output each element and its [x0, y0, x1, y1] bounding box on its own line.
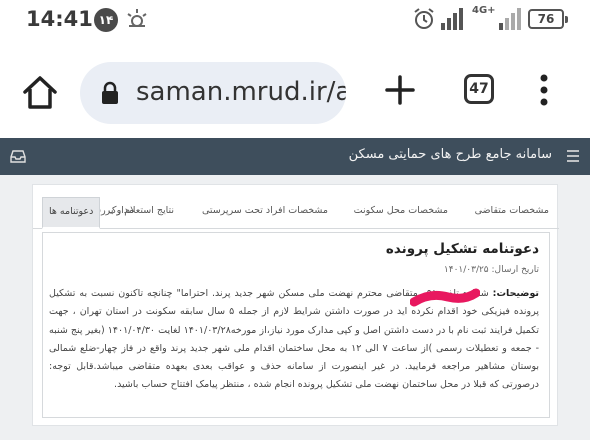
notification-count-badge: ۱۴	[94, 8, 118, 32]
signal-strength-icon	[441, 8, 463, 30]
home-icon[interactable]	[20, 73, 60, 113]
signal-strength-secondary-icon	[499, 8, 521, 30]
network-type-label: 4G+	[472, 5, 496, 16]
redaction-scribble	[410, 288, 480, 307]
status-bar: 14:41 ۱۴ 4G+ 76	[0, 0, 590, 40]
send-date: تاریخ ارسال: ۱۴۰۱/۰۳/۲۵	[443, 265, 539, 275]
battery-indicator: 76	[528, 9, 568, 29]
applicant-card: مشخصات متقاضی مشخصات محل سکونت مشخصات اف…	[32, 184, 559, 426]
site-header: سامانه جامع طرح های حمایتی مسکن	[0, 138, 590, 175]
tab-documents[interactable]: مدارک	[108, 205, 134, 216]
tab-dependents-info[interactable]: مشخصات افراد تحت سرپرستی	[202, 205, 328, 216]
alarm-icon	[414, 8, 434, 29]
brightness-icon	[127, 9, 147, 27]
browser-toolbar: saman.mrud.ir/a 47	[0, 40, 590, 138]
inbox-icon[interactable]	[10, 149, 26, 163]
tab-residence-info[interactable]: مشخصات محل سکونت	[354, 205, 448, 216]
hamburger-menu-icon[interactable]	[566, 149, 580, 163]
tab-applicant-info[interactable]: مشخصات متقاضی	[475, 205, 549, 216]
page-content: مشخصات متقاضی مشخصات محل سکونت مشخصات اف…	[0, 175, 590, 440]
new-tab-icon[interactable]	[382, 72, 418, 108]
url-text[interactable]: saman.mrud.ir/a	[136, 77, 346, 107]
invitation-panel: دعوتنامه تشکیل پرونده تاریخ ارسال: ۱۴۰۱/…	[42, 232, 550, 418]
description-label: توضیحات:	[492, 288, 539, 299]
address-bar[interactable]: saman.mrud.ir/a	[80, 62, 346, 124]
tab-bar: مشخصات متقاضی مشخصات محل سکونت مشخصات اف…	[33, 197, 559, 229]
lock-icon	[102, 81, 118, 104]
overflow-menu-icon[interactable]	[536, 72, 552, 108]
clock: 14:41	[26, 7, 93, 31]
invitation-title: دعوتنامه تشکیل پرونده	[385, 241, 539, 257]
screen: { "status_bar": { "time": "14:41", "noti…	[0, 0, 590, 440]
site-title: سامانه جامع طرح های حمایتی مسکن	[348, 147, 552, 162]
tab-invitations[interactable]: دعوتنامه ها	[42, 197, 101, 229]
tab-switcher-button[interactable]: 47	[464, 74, 494, 104]
